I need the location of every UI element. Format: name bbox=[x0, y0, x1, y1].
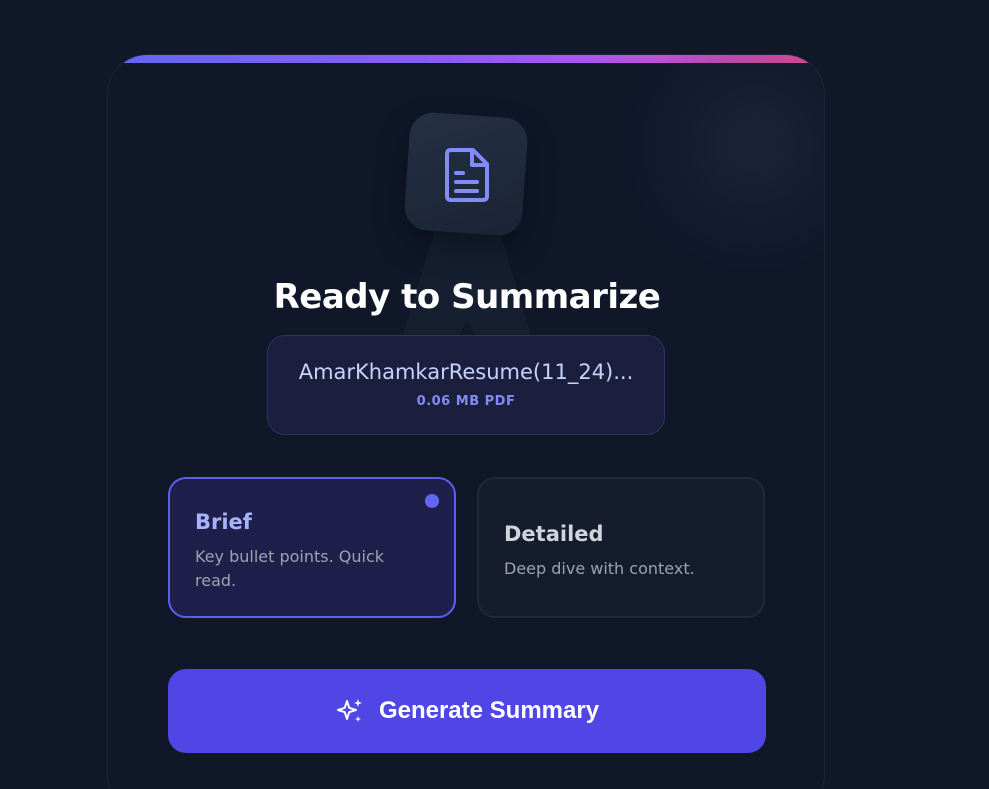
option-detailed-description: Deep dive with context. bbox=[504, 559, 695, 578]
option-detailed-title: Detailed bbox=[504, 522, 604, 546]
file-text-icon bbox=[445, 148, 489, 202]
option-brief-description: Key bullet points. Quick read. bbox=[195, 547, 385, 590]
card-glow bbox=[624, 55, 824, 275]
selected-indicator bbox=[425, 494, 439, 508]
generate-summary-button[interactable]: Generate Summary bbox=[168, 669, 766, 753]
option-detailed[interactable]: Detailed Deep dive with context. bbox=[477, 477, 765, 618]
option-brief[interactable]: Brief Key bullet points. Quick read. bbox=[168, 477, 456, 618]
file-name: AmarKhamkarResume(11_24)... bbox=[298, 360, 634, 384]
sparkles-icon bbox=[336, 699, 362, 722]
summarize-card: Ready to Summarize AmarKhamkarResume(11_… bbox=[107, 54, 825, 789]
generate-summary-label: Generate Summary bbox=[378, 697, 600, 724]
page-title: Ready to Summarize bbox=[273, 277, 661, 317]
option-brief-title: Brief bbox=[195, 510, 252, 534]
page: Ready to Summarize AmarKhamkarResume(11_… bbox=[0, 0, 989, 789]
file-info-box: AmarKhamkarResume(11_24)... 0.06 MB PDF bbox=[267, 335, 665, 435]
file-meta: 0.06 MB PDF bbox=[416, 394, 516, 409]
